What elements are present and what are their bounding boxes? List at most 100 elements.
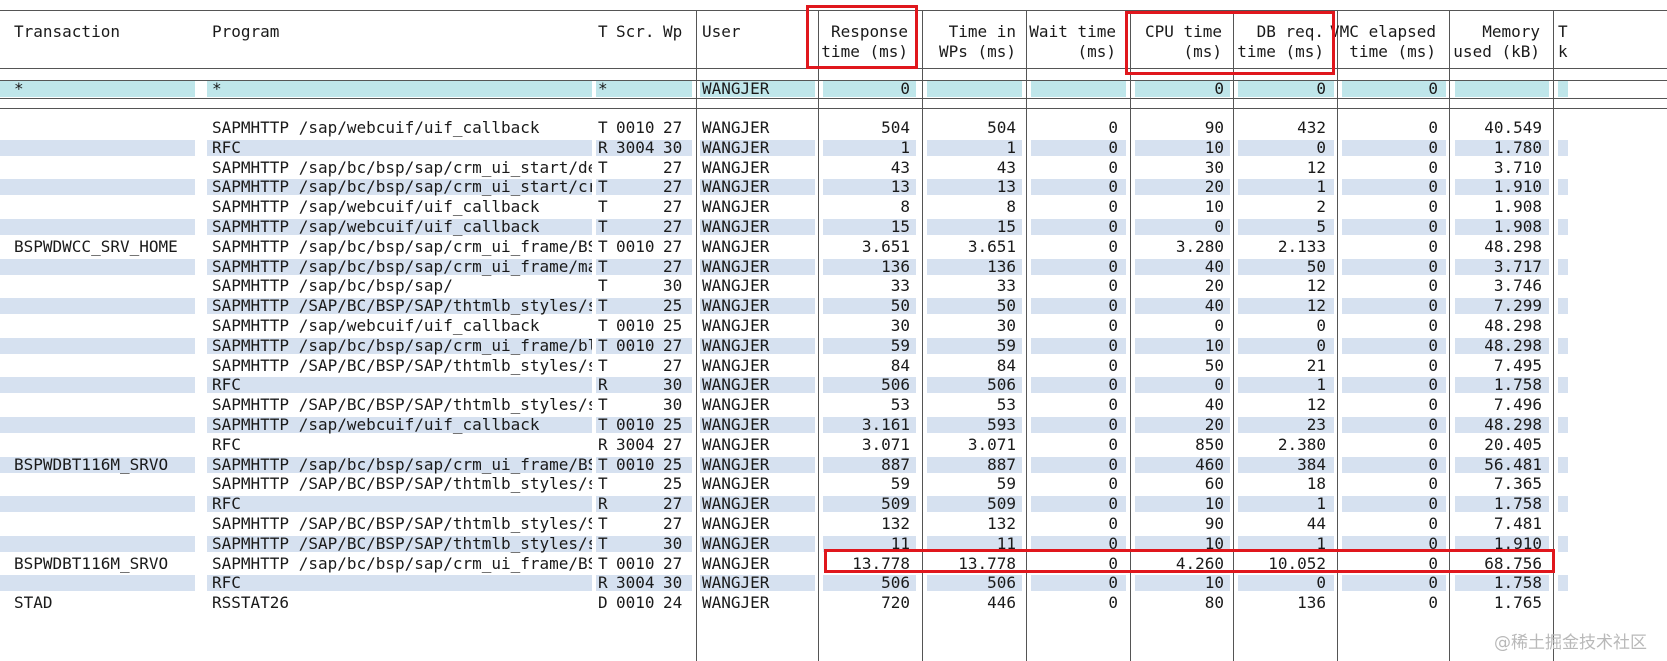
cell-wait: 0 bbox=[1108, 177, 1118, 197]
header-user[interactable]: User bbox=[698, 12, 818, 70]
filter-user[interactable]: WANGJER bbox=[702, 79, 814, 99]
cell-cpu: 0 bbox=[1214, 217, 1224, 236]
cell-mem: 1.765 bbox=[1493, 593, 1542, 613]
cell-cpu: 10 bbox=[1204, 494, 1224, 514]
filter-vmc[interactable]: 0 bbox=[1340, 79, 1438, 99]
cell-type: T bbox=[598, 276, 608, 296]
cell-time_wps: 504 bbox=[987, 118, 1016, 137]
cell-program: SAPMHTTP /SAP/BC/BSP/SAP/thtmlb_styles/s bbox=[212, 355, 592, 375]
table-row[interactable]: SAPMHTTP /sap/webcuif/uif_callback T 27 WAN… bbox=[0, 217, 1667, 237]
header-label: Transaction bbox=[14, 22, 120, 41]
row-divider bbox=[0, 108, 1667, 109]
table-row[interactable]: BSPWDWCC_SRV_HOME SAPMHTTP /sap/bc/bsp/sa… bbox=[0, 237, 1667, 257]
filter-type[interactable]: * bbox=[598, 79, 612, 99]
filter-cpu[interactable]: 0 bbox=[1132, 79, 1224, 99]
filter-wp[interactable] bbox=[663, 79, 689, 99]
cell-wp: 30 bbox=[663, 573, 683, 593]
cell-transaction bbox=[14, 257, 204, 277]
cell-cpu: 20 bbox=[1204, 177, 1224, 197]
header-db-time[interactable]: DB req. time (ms) bbox=[1232, 12, 1330, 70]
cell-db: 50 bbox=[1306, 256, 1326, 276]
table-row[interactable]: RFC R 3004 27 WANGJER 3.071 3.071 0 850 2.380 0 20.… bbox=[0, 435, 1667, 455]
filter-response[interactable]: 0 bbox=[820, 79, 910, 99]
cell-vmc: 0 bbox=[1428, 375, 1438, 395]
table-row[interactable]: RFC R 3004 30 WANGJER 506 506 0 10 0 0 1.758 bbox=[0, 573, 1667, 593]
header-label: T bbox=[598, 22, 608, 41]
table-row[interactable]: SAPMHTTP /SAP/BC/BSP/SAP/thtmlb_styles/s… bbox=[0, 356, 1667, 376]
row-highlight bbox=[1558, 258, 1568, 275]
table-row[interactable]: BSPWDBT116M_SRVO SAPMHTTP /sap/bc/bsp/sap… bbox=[0, 554, 1667, 574]
cell-transaction bbox=[14, 296, 204, 316]
filter-transaction[interactable]: * bbox=[14, 79, 204, 99]
cell-user: WANGJER bbox=[702, 395, 770, 415]
table-row[interactable]: STAD RSSTAT26 D 0010 24 WANGJER 720 446 0 80 136 0 1… bbox=[0, 593, 1667, 613]
cell-transaction bbox=[14, 177, 204, 197]
cell-time_wps: 3.071 bbox=[967, 434, 1016, 454]
cell-user: WANGJER bbox=[702, 533, 770, 553]
header-wait[interactable]: Wait time (ms) bbox=[1024, 12, 1122, 70]
table-row[interactable]: SAPMHTTP /sap/bc/bsp/sap/crm_ui_frame/bl… bbox=[0, 336, 1667, 356]
table-row[interactable]: SAPMHTTP /sap/webcuif/uif_callback T 0010 2… bbox=[0, 415, 1667, 435]
cell-db: 12 bbox=[1306, 296, 1326, 316]
table-row[interactable]: RFC R 3004 30 WANGJER 1 1 0 10 0 0 1.780 bbox=[0, 138, 1667, 158]
table-row[interactable]: SAPMHTTP /sap/bc/bsp/sap/crm_ui_start/cr… bbox=[0, 177, 1667, 197]
table-row[interactable]: SAPMHTTP /SAP/BC/BSP/SAP/thtmlb_styles/s… bbox=[0, 534, 1667, 554]
filter-program[interactable]: * bbox=[212, 79, 592, 99]
cell-cpu: 10 bbox=[1204, 197, 1224, 217]
cell-cpu: 0 bbox=[1214, 375, 1224, 395]
cell-program: RFC bbox=[212, 137, 241, 157]
table-row[interactable]: SAPMHTTP /sap/webcuif/uif_callback T 27 WAN… bbox=[0, 197, 1667, 217]
header-time_wps[interactable]: Time in WPs (ms) bbox=[920, 12, 1020, 70]
table-row[interactable]: RFC R 30 WANGJER 506 506 0 0 1 0 1.758 bbox=[0, 375, 1667, 395]
header-trunc[interactable]: T k bbox=[1554, 12, 1574, 70]
header-mem[interactable]: Memory used (kB) bbox=[1448, 12, 1546, 70]
cell-mem: 40.549 bbox=[1484, 118, 1542, 137]
cell-response: 136 bbox=[881, 256, 910, 276]
cell-type: D bbox=[598, 593, 608, 613]
cell-screen bbox=[616, 514, 658, 534]
row-highlight bbox=[1558, 179, 1568, 196]
table-row[interactable]: SAPMHTTP /sap/bc/bsp/sap/crm_ui_frame/ma… bbox=[0, 257, 1667, 277]
filter-row[interactable]: * * * WANGJER 0 0 0 0 bbox=[0, 79, 1667, 99]
row-highlight bbox=[1558, 496, 1568, 513]
cell-cpu: 20 bbox=[1204, 276, 1224, 296]
header-screen[interactable]: Scr. bbox=[612, 12, 662, 70]
cell-db: 384 bbox=[1297, 454, 1326, 474]
header-cpu-time[interactable]: CPU time (ms) bbox=[1128, 12, 1228, 70]
cell-vmc: 0 bbox=[1428, 533, 1438, 553]
header-wp[interactable]: Wp bbox=[659, 12, 693, 70]
cell-program: SAPMHTTP /sap/bc/bsp/sap/crm_ui_frame/BS bbox=[212, 454, 592, 474]
table-row[interactable]: SAPMHTTP /SAP/BC/BSP/SAP/thtmlb_styles/s… bbox=[0, 474, 1667, 494]
table-row[interactable]: SAPMHTTP /sap/webcuif/uif_callback T 0010 2… bbox=[0, 118, 1667, 138]
table-row[interactable]: SAPMHTTP /sap/bc/bsp/sap/crm_ui_start/de… bbox=[0, 158, 1667, 178]
filter-time_wps[interactable] bbox=[924, 79, 1016, 99]
table-row[interactable]: SAPMHTTP /SAP/BC/BSP/SAP/thtmlb_styles/s… bbox=[0, 296, 1667, 316]
header-label: VMC elapsed time (ms) bbox=[1330, 22, 1436, 61]
table-row[interactable]: SAPMHTTP /sap/bc/bsp/sap/T 30 WANGJER 33 33 0… bbox=[0, 276, 1667, 296]
cell-vmc: 0 bbox=[1428, 217, 1438, 236]
cell-wp: 27 bbox=[663, 197, 683, 217]
header-transaction[interactable]: Transaction bbox=[10, 12, 208, 70]
filter-mem[interactable] bbox=[1452, 79, 1542, 99]
cell-cpu: 50 bbox=[1204, 355, 1224, 375]
header-program[interactable]: Program bbox=[208, 12, 596, 70]
cell-wait: 0 bbox=[1108, 573, 1118, 593]
filter-wait[interactable] bbox=[1028, 79, 1118, 99]
row-highlight bbox=[1558, 219, 1568, 235]
cell-program: SAPMHTTP /sap/bc/bsp/sap/crm_ui_frame/BS bbox=[212, 553, 592, 573]
table-row[interactable]: BSPWDBT116M_SRVO SAPMHTTP /sap/bc/bsp/sap… bbox=[0, 455, 1667, 475]
cell-type: T bbox=[598, 474, 608, 494]
cell-response: 509 bbox=[881, 494, 910, 514]
header-vmc[interactable]: VMC elapsed time (ms) bbox=[1330, 12, 1442, 70]
filter-screen[interactable] bbox=[616, 79, 658, 99]
table-row[interactable]: SAPMHTTP /sap/webcuif/uif_callback T 0010 2… bbox=[0, 316, 1667, 336]
cell-time_wps: 84 bbox=[996, 355, 1016, 375]
cell-program: SAPMHTTP /sap/webcuif/uif_callback bbox=[212, 217, 540, 236]
table-row[interactable]: SAPMHTTP /SAP/BC/BSP/SAP/thtmlb_styles/S… bbox=[0, 514, 1667, 534]
cell-transaction bbox=[14, 474, 204, 494]
filter-db[interactable]: 0 bbox=[1236, 79, 1326, 99]
table-row[interactable]: RFC R 27 WANGJER 509 509 0 10 1 0 1.758 bbox=[0, 494, 1667, 514]
table-row[interactable]: SAPMHTTP /SAP/BC/BSP/SAP/thtmlb_styles/s… bbox=[0, 395, 1667, 415]
cell-transaction bbox=[14, 534, 204, 554]
header-response-time[interactable]: Response time (ms) bbox=[816, 12, 914, 70]
